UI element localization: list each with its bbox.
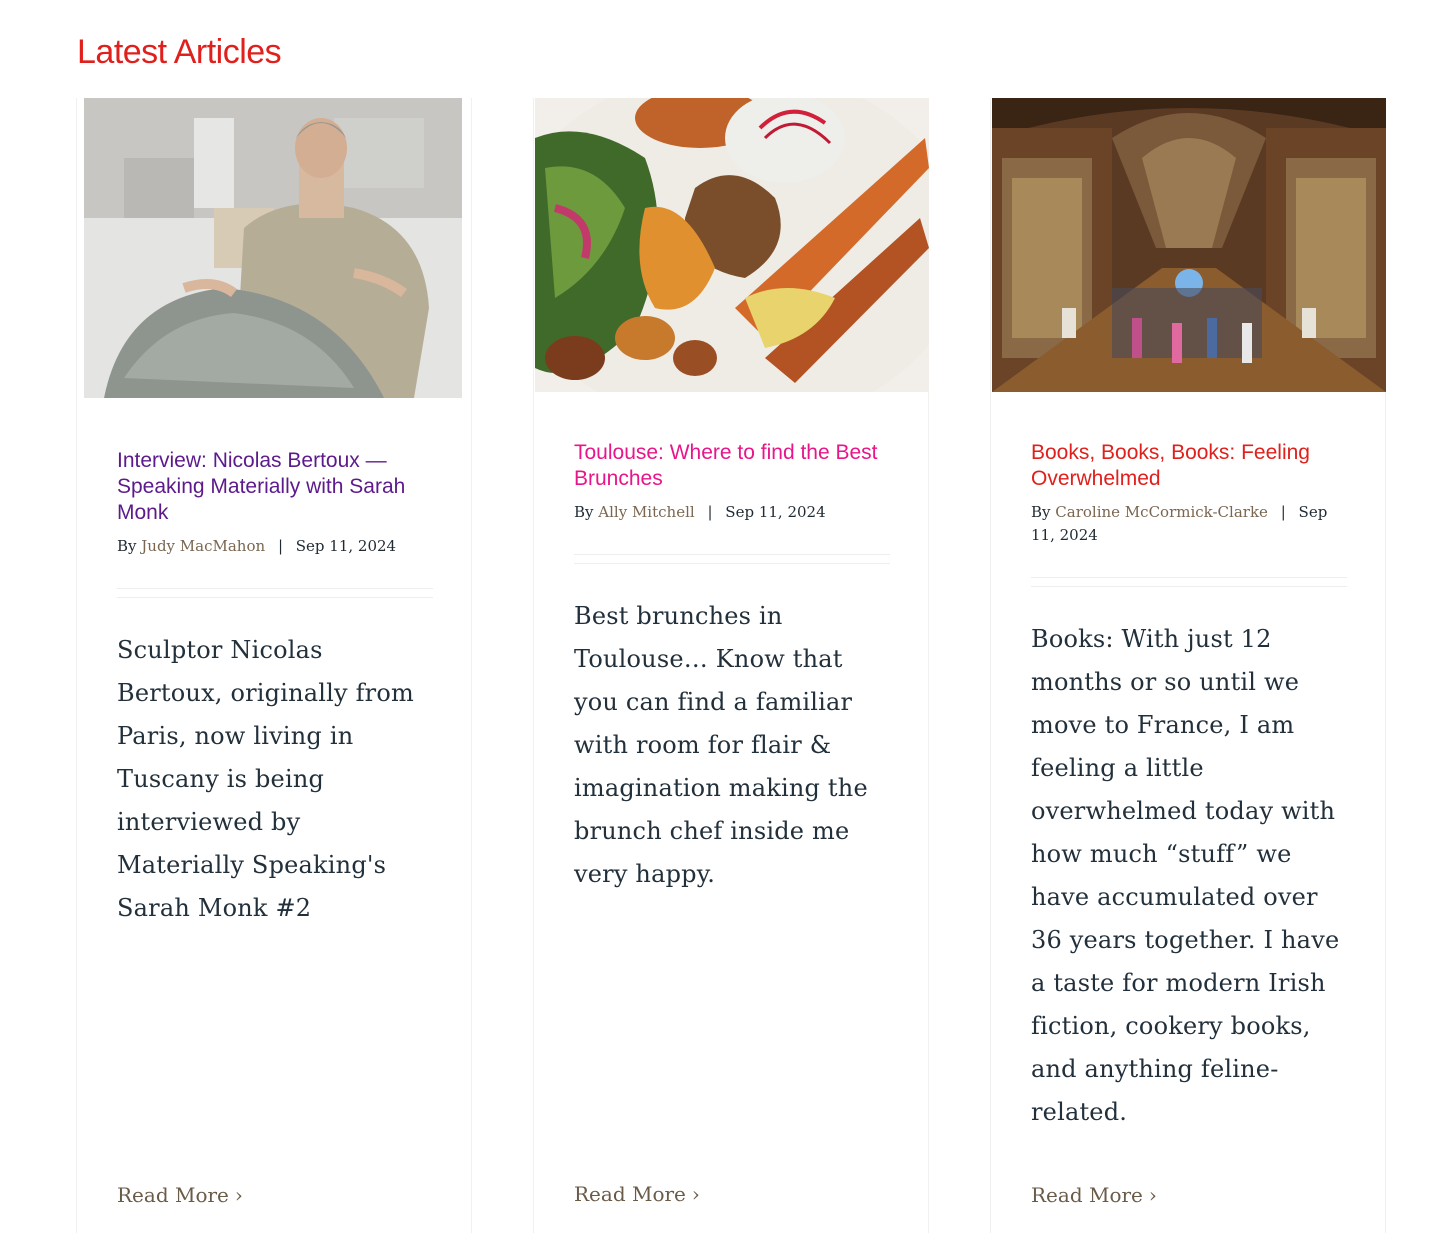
meta-separator: | bbox=[1280, 503, 1286, 521]
author-link[interactable]: Caroline McCormick-Clarke bbox=[1055, 503, 1268, 521]
read-more-link[interactable]: Read More › bbox=[574, 1182, 700, 1206]
article-card: Toulouse: Where to find the Best Brunche… bbox=[533, 98, 929, 1233]
article-excerpt: Books: With just 12 months or so until w… bbox=[1031, 625, 1340, 1126]
chevron-right-icon: › bbox=[234, 1183, 243, 1207]
article-card: Interview: Nicolas Bertoux — Speaking Ma… bbox=[76, 98, 472, 1233]
article-title-link[interactable]: Interview: Nicolas Bertoux — Speaking Ma… bbox=[117, 448, 433, 526]
article-excerpt: Best brunches in Toulouse… Know that you… bbox=[574, 602, 868, 888]
read-more-link[interactable]: Read More › bbox=[1031, 1183, 1157, 1207]
article-excerpt: Sculptor Nicolas Bertoux, originally fro… bbox=[117, 636, 414, 922]
read-more-label: Read More bbox=[574, 1182, 686, 1206]
divider bbox=[1031, 577, 1347, 587]
article-meta: By Judy MacMahon | Sep 11, 2024 bbox=[117, 535, 433, 558]
read-more-link[interactable]: Read More › bbox=[117, 1183, 243, 1207]
article-meta: By Ally Mitchell | Sep 11, 2024 bbox=[574, 501, 890, 524]
article-image-brunch[interactable] bbox=[535, 98, 929, 392]
chevron-right-icon: › bbox=[1148, 1183, 1157, 1207]
by-label: By bbox=[1031, 503, 1051, 521]
article-body: Toulouse: Where to find the Best Brunche… bbox=[574, 440, 890, 896]
article-image-sculptor[interactable] bbox=[84, 98, 462, 398]
meta-separator: | bbox=[277, 537, 283, 555]
read-more-label: Read More bbox=[117, 1183, 229, 1207]
by-label: By bbox=[574, 503, 594, 521]
read-more-label: Read More bbox=[1031, 1183, 1143, 1207]
divider bbox=[574, 554, 890, 564]
by-label: By bbox=[117, 537, 137, 555]
article-body: Books, Books, Books: Feeling Overwhelmed… bbox=[1031, 440, 1347, 1134]
brunch-plate-photo bbox=[535, 98, 929, 392]
meta-separator: | bbox=[707, 503, 713, 521]
author-link[interactable]: Ally Mitchell bbox=[598, 503, 694, 521]
divider bbox=[117, 588, 433, 598]
article-meta: By Caroline McCormick-Clarke | Sep 11, 2… bbox=[1031, 501, 1347, 547]
author-link[interactable]: Judy MacMahon bbox=[141, 537, 265, 555]
section-heading: Latest Articles bbox=[77, 33, 282, 71]
library-hall-photo bbox=[992, 98, 1386, 392]
article-title-link[interactable]: Toulouse: Where to find the Best Brunche… bbox=[574, 440, 890, 492]
article-card: Books, Books, Books: Feeling Overwhelmed… bbox=[990, 98, 1386, 1233]
article-image-library[interactable] bbox=[992, 98, 1386, 392]
publish-date: Sep 11, 2024 bbox=[295, 537, 397, 555]
publish-date: Sep 11, 2024 bbox=[725, 503, 826, 521]
article-body: Interview: Nicolas Bertoux — Speaking Ma… bbox=[117, 448, 433, 930]
article-title-link[interactable]: Books, Books, Books: Feeling Overwhelmed bbox=[1031, 440, 1347, 492]
sculptor-photo bbox=[84, 98, 462, 398]
chevron-right-icon: › bbox=[691, 1182, 700, 1206]
